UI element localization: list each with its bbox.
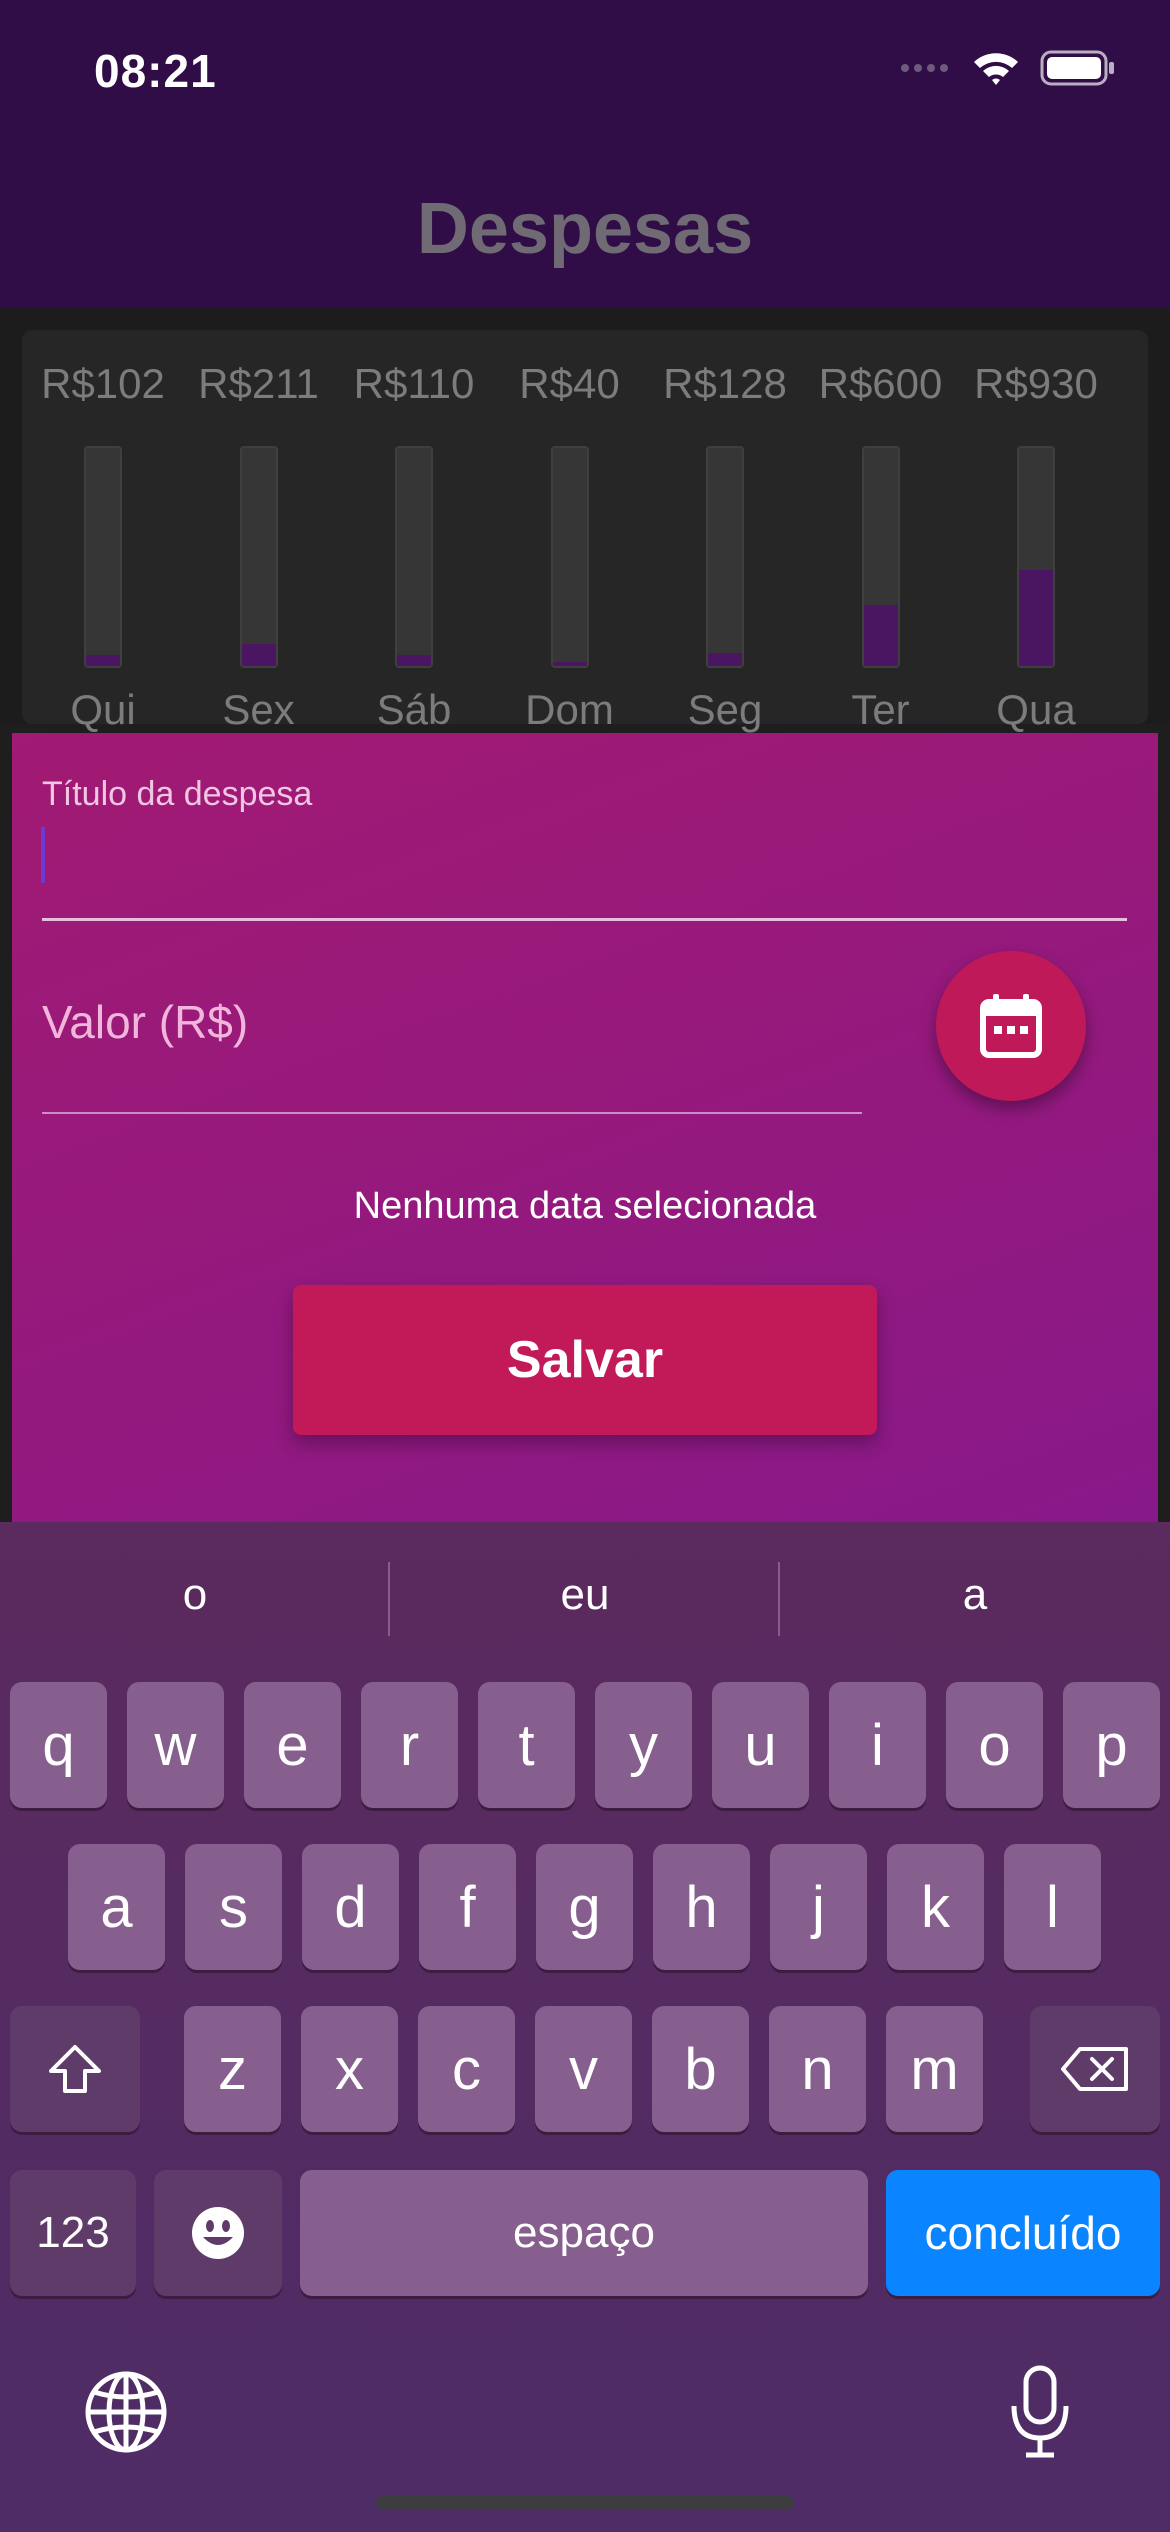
chart-bar xyxy=(1019,570,1053,666)
chart-day-5: R$600 Ter xyxy=(801,330,961,733)
key-f[interactable]: f xyxy=(419,1844,516,1970)
cellular-signal-icon xyxy=(901,64,948,72)
chart-bar-track xyxy=(239,446,278,668)
backspace-key[interactable] xyxy=(1030,2006,1160,2132)
microphone-icon[interactable] xyxy=(1008,2364,1072,2465)
chart-value-label: R$930 xyxy=(974,360,1098,407)
chart-value-label: R$102 xyxy=(41,360,165,407)
chart-bar-track xyxy=(395,446,433,668)
numbers-key[interactable]: 123 xyxy=(10,2170,136,2296)
key-i[interactable]: i xyxy=(829,1682,926,1808)
chart-day-3: R$40 Dom xyxy=(490,330,650,733)
key-x[interactable]: x xyxy=(301,2006,398,2132)
chart-day-label: Dom xyxy=(525,686,614,733)
emoji-icon xyxy=(192,2207,244,2259)
chart-value-label: R$40 xyxy=(519,360,620,407)
shift-icon xyxy=(49,2045,101,2093)
done-key[interactable]: concluído xyxy=(886,2170,1160,2296)
chart-day-4: R$128 Seg xyxy=(645,330,805,733)
chart-day-1: R$211 Sex xyxy=(179,330,339,733)
status-icons xyxy=(900,50,1116,86)
chart-bar-track xyxy=(706,446,744,668)
chart-bar xyxy=(397,655,431,666)
globe-icon[interactable] xyxy=(84,2370,168,2459)
key-y[interactable]: y xyxy=(595,1682,692,1808)
key-s[interactable]: s xyxy=(185,1844,282,1970)
title-input[interactable] xyxy=(42,918,1127,921)
key-l[interactable]: l xyxy=(1004,1844,1101,1970)
weekly-chart: R$102 Qui R$211 Sex R$110 Sáb R$40 Dom R$128 Seg R… xyxy=(22,330,1148,733)
key-q[interactable]: q xyxy=(10,1682,107,1808)
key-v[interactable]: v xyxy=(535,2006,632,2132)
home-indicator[interactable] xyxy=(376,2496,794,2510)
key-o[interactable]: o xyxy=(946,1682,1043,1808)
keyboard: o eu a 123 espaço concluído q w e r t y … xyxy=(0,1522,1170,2532)
app-bar: Despesas xyxy=(0,150,1170,308)
chart-value-label: R$110 xyxy=(353,360,475,407)
date-picker-button[interactable] xyxy=(936,951,1086,1101)
value-input[interactable] xyxy=(42,1112,862,1114)
key-g[interactable]: g xyxy=(536,1844,633,1970)
chart-day-label: Sex xyxy=(222,686,295,733)
status-time: 08:21 xyxy=(94,45,217,97)
key-k[interactable]: k xyxy=(887,1844,984,1970)
calendar-icon xyxy=(980,994,1042,1058)
space-key[interactable]: espaço xyxy=(300,2170,868,2296)
chart-bar xyxy=(241,644,276,666)
chart-bar xyxy=(863,604,898,666)
chart-bar-track xyxy=(861,446,900,668)
chart-bar-track xyxy=(84,446,122,668)
chart-day-label: Ter xyxy=(851,686,910,733)
key-z[interactable]: z xyxy=(184,2006,281,2132)
key-b[interactable]: b xyxy=(652,2006,749,2132)
chart-bar xyxy=(552,661,587,666)
weekly-chart-area: R$102 Qui R$211 Sex R$110 Sáb R$40 Dom R$128 Seg R… xyxy=(0,308,1170,733)
suggestion-2[interactable]: eu xyxy=(390,1570,780,1620)
key-e[interactable]: e xyxy=(244,1682,341,1808)
value-field-label: Valor (R$) xyxy=(42,996,249,1048)
key-u[interactable]: u xyxy=(712,1682,809,1808)
page-title: Despesas xyxy=(416,189,754,269)
chart-day-6: R$930 Qua xyxy=(956,330,1116,733)
chart-day-label: Seg xyxy=(687,686,763,733)
chart-day-0: R$102 Qui xyxy=(23,330,183,733)
key-n[interactable]: n xyxy=(769,2006,866,2132)
key-d[interactable]: d xyxy=(302,1844,399,1970)
shift-key[interactable] xyxy=(10,2006,140,2132)
key-j[interactable]: j xyxy=(770,1844,867,1970)
chart-day-label: Qua xyxy=(996,686,1076,733)
key-c[interactable]: c xyxy=(418,2006,515,2132)
chart-value-label: R$128 xyxy=(663,360,787,407)
key-a[interactable]: a xyxy=(68,1844,165,1970)
key-t[interactable]: t xyxy=(478,1682,575,1808)
emoji-key[interactable] xyxy=(154,2170,282,2296)
chart-day-label: Qui xyxy=(70,686,136,733)
key-h[interactable]: h xyxy=(653,1844,750,1970)
chart-bar xyxy=(708,652,742,666)
chart-bar xyxy=(86,655,120,666)
save-button[interactable]: Salvar xyxy=(293,1285,877,1435)
title-input-caret xyxy=(41,827,45,883)
chart-value-label: R$600 xyxy=(818,360,943,407)
expense-form: Título da despesa Valor (R$) Nenhuma dat… xyxy=(12,733,1158,1523)
chart-bar-track xyxy=(1017,446,1055,668)
status-bar: 08:21 xyxy=(0,0,1170,150)
wifi-icon xyxy=(974,53,1018,85)
key-m[interactable]: m xyxy=(886,2006,983,2132)
key-p[interactable]: p xyxy=(1063,1682,1160,1808)
battery-icon xyxy=(1040,50,1114,86)
suggestion-3[interactable]: a xyxy=(780,1570,1170,1620)
chart-bar-track xyxy=(550,446,589,668)
chart-day-label: Sáb xyxy=(376,686,452,733)
selected-date-text: Nenhuma data selecionada xyxy=(353,1185,817,1227)
key-w[interactable]: w xyxy=(127,1682,224,1808)
backspace-icon xyxy=(1061,2047,1128,2091)
chart-value-label: R$211 xyxy=(198,360,319,407)
title-field-label: Título da despesa xyxy=(42,775,313,813)
keyboard-suggestions: o eu a xyxy=(0,1522,1170,1682)
suggestion-1[interactable]: o xyxy=(0,1570,390,1620)
chart-day-2: R$110 Sáb xyxy=(334,330,494,733)
key-r[interactable]: r xyxy=(361,1682,458,1808)
